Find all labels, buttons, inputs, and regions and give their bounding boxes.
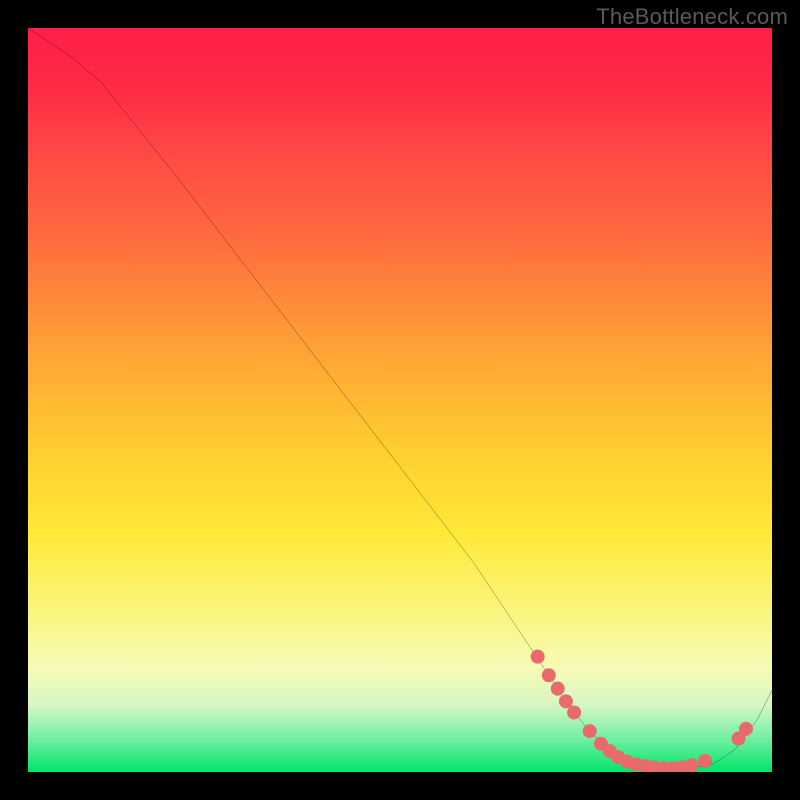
data-marker: [567, 705, 581, 719]
watermark-text: TheBottleneck.com: [596, 4, 788, 30]
markers-group: [531, 650, 753, 772]
chart-svg: [28, 28, 772, 772]
chart-frame: TheBottleneck.com: [0, 0, 800, 800]
data-marker: [551, 682, 565, 696]
data-marker: [739, 722, 753, 736]
data-marker: [685, 758, 699, 772]
data-marker: [583, 724, 597, 738]
plot-area: [28, 28, 772, 772]
data-marker: [698, 754, 712, 768]
data-marker: [542, 668, 556, 682]
data-marker: [531, 650, 545, 664]
curve-path: [28, 28, 772, 768]
data-marker: [559, 694, 573, 708]
